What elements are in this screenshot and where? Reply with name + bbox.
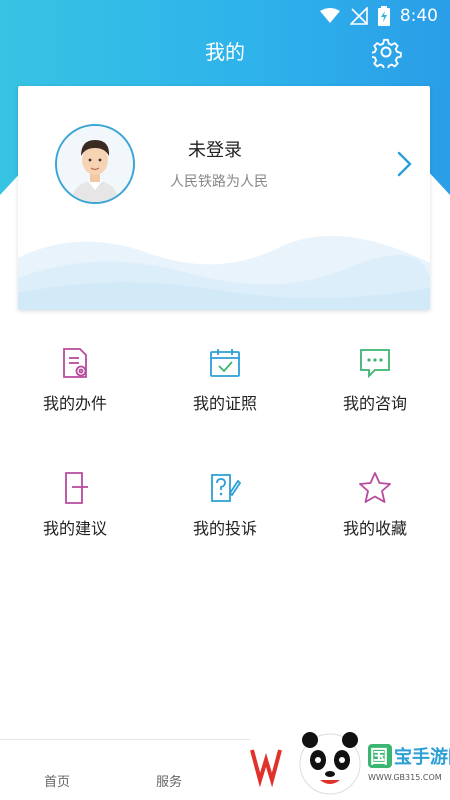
status-time: 8:40 [399, 6, 438, 26]
menu-item-my-cases[interactable]: 我的办件 [0, 340, 150, 435]
menu-item-my-favorites[interactable]: 我的收藏 [300, 465, 450, 560]
no-signal-icon [349, 7, 368, 25]
document-icon [63, 348, 87, 378]
svg-text:国: 国 [370, 747, 388, 768]
menu-item-label: 我的办件 [42, 394, 107, 413]
user-name: 未登录 [188, 140, 242, 161]
chevron-right-icon[interactable] [394, 150, 414, 178]
star-icon [359, 472, 391, 503]
menu-item-my-suggestions[interactable]: 我的建议 [0, 465, 150, 560]
watermark-logo: 国 宝手游网 WWW.GB315.COM [250, 720, 450, 800]
status-bar: 8:40 [0, 0, 450, 32]
question-pencil-icon [211, 474, 242, 502]
gear-icon[interactable] [372, 38, 402, 68]
wifi-icon [319, 8, 340, 23]
menu-item-label: 我的收藏 [342, 519, 407, 538]
wave-decoration [18, 236, 430, 310]
menu-item-label: 我的咨询 [342, 394, 407, 413]
menu-item-my-consultations[interactable]: 我的咨询 [300, 340, 450, 435]
door-icon [65, 472, 88, 504]
watermark-url: WWW.GB315.COM [368, 773, 442, 782]
tab-services[interactable]: 服务 [156, 771, 182, 790]
watermark-text: 宝手游网 [394, 746, 450, 768]
menu-item-label: 我的建议 [42, 519, 107, 538]
user-avatar-icon [57, 126, 133, 202]
menu-item-label: 我的投诉 [192, 519, 257, 538]
calendar-check-icon [210, 349, 240, 377]
tab-home[interactable]: 首页 [44, 771, 70, 790]
user-motto: 人民铁路为人民 [170, 174, 268, 190]
battery-icon [377, 6, 390, 26]
avatar[interactable] [55, 124, 135, 204]
chat-bubble-icon [360, 349, 390, 379]
menu-item-my-licenses[interactable]: 我的证照 [150, 340, 300, 435]
menu-item-label: 我的证照 [192, 394, 257, 413]
profile-card[interactable]: 未登录 人民铁路为人民 [18, 86, 430, 310]
menu-item-my-complaints[interactable]: 我的投诉 [150, 465, 300, 560]
